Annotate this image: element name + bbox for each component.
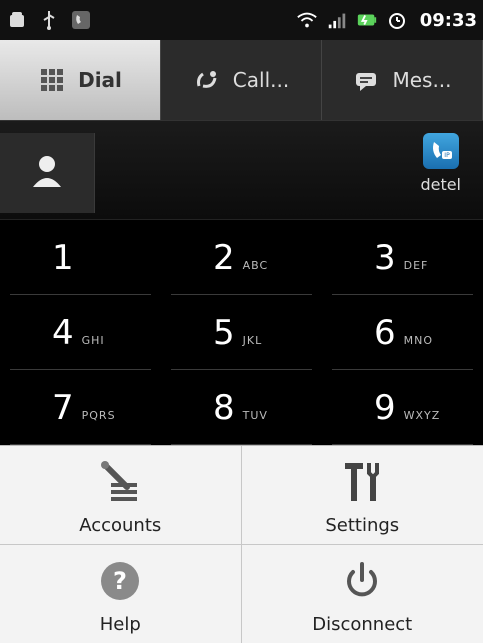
- key-4[interactable]: 4 GHI: [0, 295, 161, 370]
- messages-icon: [352, 66, 380, 94]
- signal-icon: [326, 9, 348, 31]
- status-left: [6, 9, 92, 31]
- key-letters: JKL: [242, 333, 263, 347]
- key-digit: 4: [52, 312, 74, 353]
- status-right: 09:33: [296, 9, 477, 31]
- key-letters: WXYZ: [403, 408, 441, 422]
- key-5[interactable]: 5 JKL: [161, 295, 322, 370]
- battery-charging-icon: [356, 9, 378, 31]
- ip-phone-icon: IP: [422, 133, 459, 169]
- tab-messages-label: Mes...: [392, 68, 452, 92]
- key-7[interactable]: 7 PQRS: [0, 370, 161, 445]
- key-2[interactable]: 2 ABC: [161, 220, 322, 295]
- status-bar: 09:33: [0, 0, 483, 40]
- person-icon: [27, 151, 67, 195]
- key-9[interactable]: 9 WXYZ: [322, 370, 483, 445]
- svg-text:IP: IP: [444, 152, 450, 159]
- key-3[interactable]: 3 DEF: [322, 220, 483, 295]
- tab-call-log[interactable]: Call...: [161, 40, 322, 120]
- tab-dial-label: Dial: [78, 68, 122, 92]
- key-digit: 6: [374, 312, 396, 353]
- power-icon: [339, 558, 385, 604]
- android-debug-icon: [6, 9, 28, 31]
- avatar[interactable]: [0, 133, 95, 213]
- settings-icon: [339, 459, 385, 505]
- tab-dial[interactable]: Dial: [0, 40, 161, 120]
- tab-bar: Dial Call... Mes...: [0, 40, 483, 120]
- status-time: 09:33: [419, 9, 477, 31]
- key-digit: 5: [213, 312, 235, 353]
- accounts-icon: [97, 459, 143, 505]
- carrier-label: detel: [420, 175, 461, 194]
- key-digit: 8: [213, 387, 235, 428]
- key-letters: PQRS: [81, 408, 116, 422]
- dialpad: 1 2 ABC 3 DEF 4 GHI 5 JKL 6 MNO 7 PQRS 8 TUV 9W…: [0, 220, 483, 445]
- wifi-icon: [296, 9, 318, 31]
- key-6[interactable]: 6 MNO: [322, 295, 483, 370]
- key-letters: DEF: [403, 258, 429, 272]
- key-digit: 7: [52, 387, 74, 428]
- menu-item-label: Disconnect: [312, 614, 413, 635]
- key-digit: 3: [374, 237, 396, 278]
- menu-item-settings[interactable]: Settings: [241, 446, 483, 545]
- carrier-account[interactable]: IP detel: [420, 133, 461, 194]
- menu-item-label: Accounts: [79, 514, 162, 536]
- key-letters: TUV: [242, 408, 268, 422]
- menu-item-help[interactable]: ? Help: [0, 544, 242, 643]
- help-icon: ?: [97, 558, 143, 604]
- key-8[interactable]: 8 TUV: [161, 370, 322, 445]
- dialpad-row: 7 PQRS 8 TUV 9 WXYZ: [0, 370, 483, 445]
- menu-item-disconnect[interactable]: Disconnect: [242, 545, 483, 643]
- voip-icon: [70, 9, 92, 31]
- menu-item-accounts[interactable]: Accounts: [0, 446, 242, 545]
- menu-item-label: Settings: [325, 514, 400, 536]
- key-letters: GHI: [81, 333, 105, 347]
- dialpad-row: 4 GHI 5 JKL 6 MNO: [0, 295, 483, 370]
- call-log-icon: [193, 66, 221, 94]
- options-menu-grid: Accounts Settings ? Help Disconnect: [0, 446, 483, 643]
- key-digit: 2: [213, 237, 235, 278]
- key-1[interactable]: 1: [0, 220, 161, 295]
- key-letters: MNO: [403, 333, 434, 347]
- svg-text:?: ?: [113, 567, 127, 595]
- menu-item-label: Help: [99, 614, 141, 635]
- dialpad-icon: [38, 66, 66, 94]
- key-digit: 9: [374, 387, 396, 428]
- key-letters: ABC: [242, 258, 269, 272]
- tab-call-log-label: Call...: [232, 68, 290, 92]
- dialpad-row: 1 2 ABC 3 DEF: [0, 220, 483, 295]
- tab-messages[interactable]: Mes...: [322, 40, 483, 120]
- options-menu: Accounts Settings ? Help Disconnect: [0, 445, 483, 643]
- alarm-icon: [386, 9, 408, 31]
- contact-bar: IP detel: [0, 120, 483, 220]
- key-digit: 1: [52, 237, 74, 278]
- usb-icon: [38, 9, 60, 31]
